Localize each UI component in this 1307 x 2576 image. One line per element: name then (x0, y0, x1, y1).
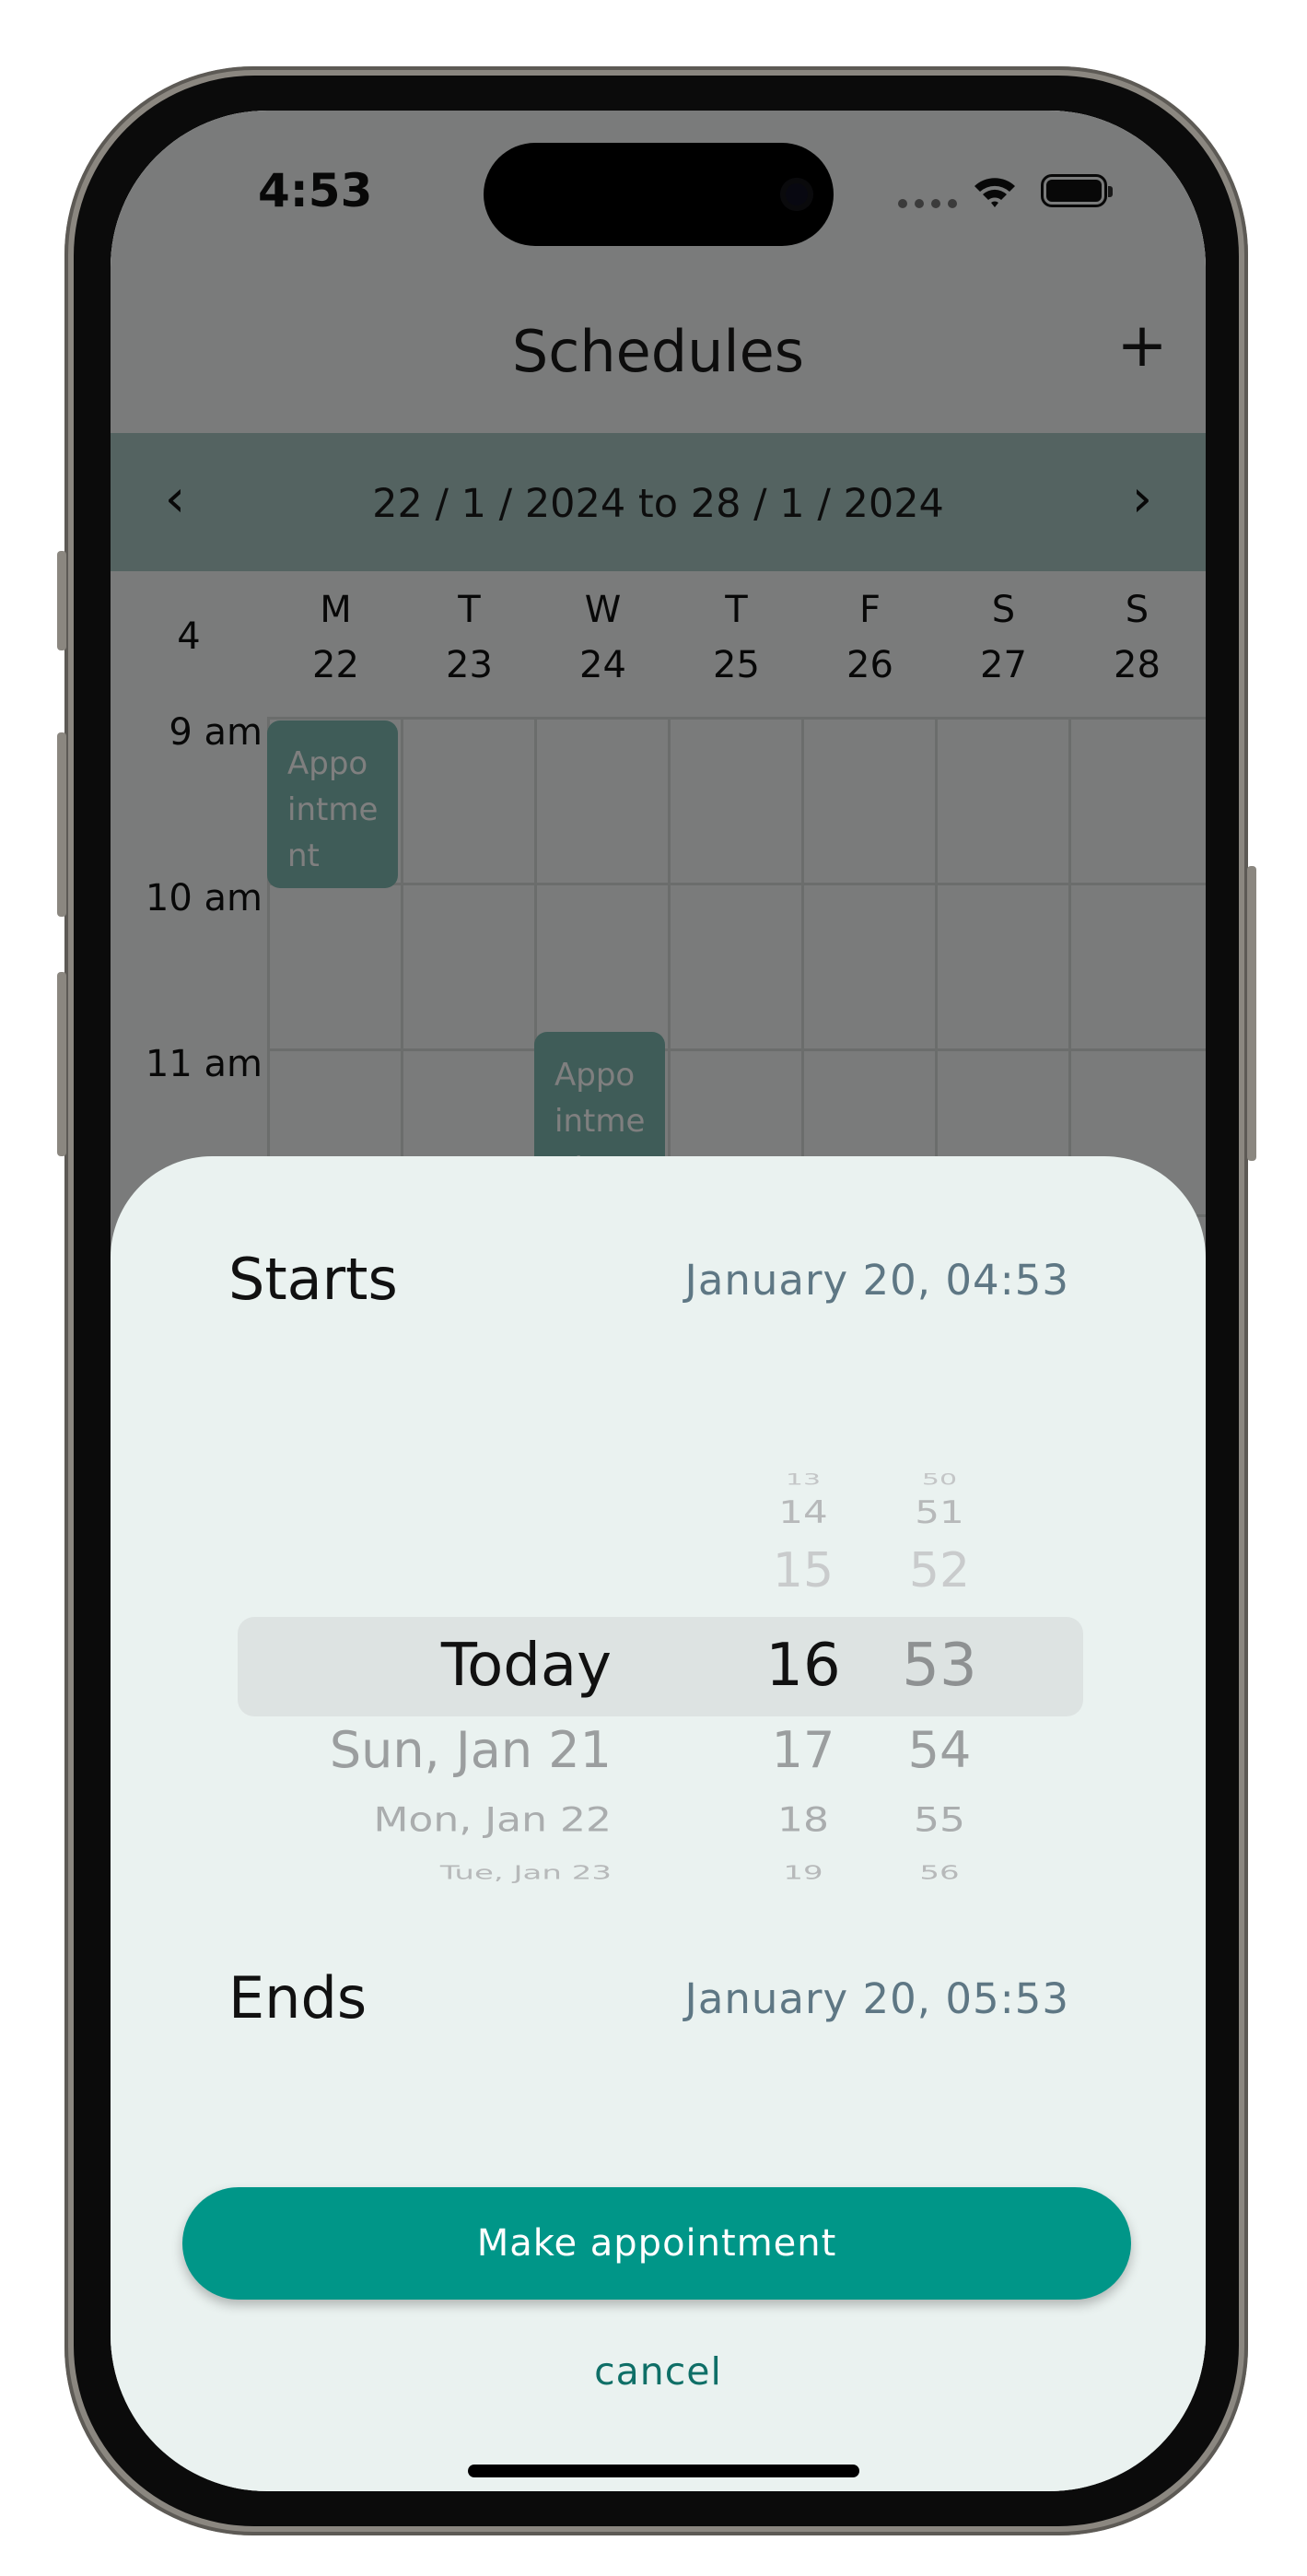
picker-minute-option[interactable]: 54 (884, 1721, 995, 1779)
picker-date-option[interactable]: Today (441, 1632, 612, 1700)
picker-date-option[interactable]: Sun, Jan 21 (330, 1721, 612, 1779)
cancel-button[interactable]: cancel (111, 2349, 1206, 2394)
ends-label: Ends (228, 1964, 368, 2032)
picker-hour-option[interactable]: 18 (748, 1801, 858, 1840)
volume-down-button (57, 972, 66, 1156)
picker-minute-option[interactable]: 56 (884, 1862, 995, 1884)
home-indicator[interactable] (468, 2465, 859, 2477)
picker-hour-option[interactable]: 13 (748, 1471, 858, 1489)
picker-minute-option[interactable]: 51 (884, 1494, 995, 1530)
picker-date-option[interactable]: Tue, Jan 23 (440, 1862, 612, 1884)
picker-hour-option[interactable]: 15 (748, 1543, 858, 1598)
starts-label: Starts (228, 1246, 398, 1313)
picker-minute-option[interactable]: 52 (884, 1543, 995, 1598)
ends-value[interactable]: January 20, 05:53 (685, 1974, 1069, 2023)
picker-date-option[interactable]: Mon, Jan 22 (373, 1801, 612, 1840)
picker-minute-option[interactable]: 55 (884, 1801, 995, 1840)
picker-hour-option[interactable]: 17 (748, 1721, 858, 1779)
action-button (57, 551, 66, 650)
starts-value[interactable]: January 20, 04:53 (685, 1256, 1069, 1305)
picker-minute-option[interactable]: 53 (884, 1632, 995, 1700)
picker-hour-option[interactable]: 16 (748, 1632, 858, 1700)
volume-up-button (57, 732, 66, 917)
power-button (1247, 866, 1256, 1161)
picker-minute-option[interactable]: 50 (884, 1471, 995, 1489)
picker-hour-option[interactable]: 19 (748, 1862, 858, 1884)
screen: 4:53 Schedules + ‹ 22 / 1 / 2024 to 28 /… (111, 111, 1206, 2491)
make-appointment-button[interactable]: Make appointment (182, 2187, 1131, 2300)
date-time-picker[interactable]: Today Sun, Jan 21 Mon, Jan 22 Tue, Jan 2… (111, 1471, 1206, 2114)
picker-hour-option[interactable]: 14 (748, 1494, 858, 1530)
